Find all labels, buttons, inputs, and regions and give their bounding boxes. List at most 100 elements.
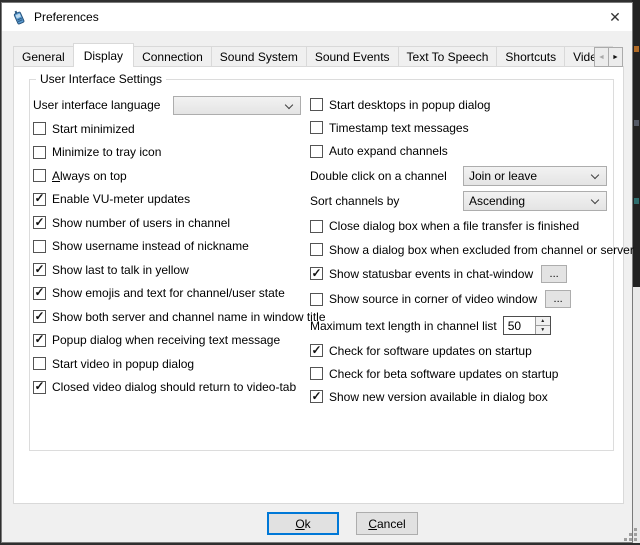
checkbox-row: Minimize to tray icon bbox=[33, 141, 301, 165]
checkbox[interactable] bbox=[310, 220, 323, 233]
screen-background: Preferences ✕ General Display Connection… bbox=[0, 0, 640, 545]
checkbox[interactable] bbox=[310, 267, 323, 280]
spinner-buttons: ▲ ▼ bbox=[535, 317, 550, 334]
statusbar-events-more-button[interactable]: ... bbox=[541, 265, 567, 283]
checkbox[interactable] bbox=[33, 381, 46, 394]
language-row: User interface language bbox=[33, 93, 301, 117]
checkbox[interactable] bbox=[310, 145, 323, 158]
tab-scroll-left-icon[interactable]: ◄ bbox=[594, 47, 609, 67]
checkbox[interactable] bbox=[33, 287, 46, 300]
close-icon[interactable]: ✕ bbox=[598, 3, 632, 31]
tab-sound-events[interactable]: Sound Events bbox=[306, 46, 399, 67]
checkbox[interactable] bbox=[310, 243, 323, 256]
video-source-row: Show source in corner of video window ..… bbox=[310, 286, 607, 312]
checkbox-label[interactable]: Close dialog box when a file transfer is… bbox=[329, 219, 579, 233]
checkbox-label[interactable]: Show a dialog box when excluded from cha… bbox=[329, 243, 634, 257]
tab-sound-system[interactable]: Sound System bbox=[211, 46, 307, 67]
checkbox-row: Check for beta software updates on start… bbox=[310, 362, 607, 385]
checkbox[interactable] bbox=[33, 357, 46, 370]
statusbar-events-row: Show statusbar events in chat-window ... bbox=[310, 261, 607, 286]
checkbox[interactable] bbox=[33, 334, 46, 347]
ok-button[interactable]: Ok bbox=[267, 512, 339, 535]
checkbox[interactable] bbox=[310, 121, 323, 134]
checkbox[interactable] bbox=[33, 122, 46, 135]
chevron-down-icon bbox=[591, 196, 599, 204]
checkbox-label[interactable]: Check for beta software updates on start… bbox=[329, 367, 558, 381]
checkbox-row: Start desktops in popup dialog bbox=[310, 93, 607, 116]
checkbox-label[interactable]: Minimize to tray icon bbox=[52, 145, 161, 159]
double-click-row: Double click on a channel Join or leave bbox=[310, 163, 607, 188]
language-combobox[interactable] bbox=[173, 96, 301, 115]
tab-shortcuts[interactable]: Shortcuts bbox=[496, 46, 565, 67]
tab-connection[interactable]: Connection bbox=[133, 46, 212, 67]
double-click-value: Join or leave bbox=[469, 169, 537, 183]
spin-down-icon[interactable]: ▼ bbox=[536, 326, 550, 334]
sort-channels-row: Sort channels by Ascending bbox=[310, 188, 607, 214]
tab-text-to-speech[interactable]: Text To Speech bbox=[398, 46, 498, 67]
checkbox-label[interactable]: Show emojis and text for channel/user st… bbox=[52, 286, 285, 300]
checkbox-label[interactable]: Show username instead of nickname bbox=[52, 239, 249, 253]
checkbox[interactable] bbox=[33, 310, 46, 323]
checkbox-label[interactable]: Always on top bbox=[52, 169, 127, 183]
sort-channels-combobox[interactable]: Ascending bbox=[463, 191, 607, 211]
tab-label: Text To Speech bbox=[407, 50, 489, 64]
desktop-speck bbox=[634, 120, 639, 126]
checkbox-label[interactable]: Popup dialog when receiving text message bbox=[52, 333, 280, 347]
checkbox-label[interactable]: Enable VU-meter updates bbox=[52, 192, 190, 206]
checkbox[interactable] bbox=[310, 390, 323, 403]
title-bar[interactable]: Preferences ✕ bbox=[2, 3, 632, 31]
max-text-length-spinner[interactable]: 50 ▲ ▼ bbox=[503, 316, 551, 335]
checkbox[interactable] bbox=[310, 98, 323, 111]
cancel-button[interactable]: Cancel bbox=[356, 512, 418, 535]
checkbox[interactable] bbox=[33, 216, 46, 229]
tab-label: Display bbox=[84, 49, 123, 63]
checkbox-label[interactable]: Start desktops in popup dialog bbox=[329, 98, 490, 112]
checkbox-row: Show last to talk in yellow bbox=[33, 258, 301, 282]
right-settings-column: Start desktops in popup dialog Timestamp… bbox=[310, 93, 607, 408]
checkbox-row: Start video in popup dialog bbox=[33, 352, 301, 376]
checkbox-label[interactable]: Check for software updates on startup bbox=[329, 344, 532, 358]
checkbox-row: Enable VU-meter updates bbox=[33, 188, 301, 212]
checkbox-label[interactable]: Show number of users in channel bbox=[52, 216, 230, 230]
checkbox[interactable] bbox=[33, 240, 46, 253]
checkbox-label[interactable]: Timestamp text messages bbox=[329, 121, 469, 135]
desktop-speck bbox=[634, 46, 639, 52]
checkbox-label[interactable]: Closed video dialog should return to vid… bbox=[52, 380, 296, 394]
app-icon bbox=[11, 9, 27, 25]
checkbox[interactable] bbox=[310, 293, 323, 306]
checkbox-row: Show username instead of nickname bbox=[33, 235, 301, 259]
checkbox-label[interactable]: Start video in popup dialog bbox=[52, 357, 194, 371]
double-click-combobox[interactable]: Join or leave bbox=[463, 166, 607, 186]
spin-up-icon[interactable]: ▲ bbox=[536, 317, 550, 326]
checkbox-label[interactable]: Auto expand channels bbox=[329, 144, 448, 158]
checkbox[interactable] bbox=[33, 263, 46, 276]
checkbox-row: Show new version available in dialog box bbox=[310, 385, 607, 408]
tab-bar: General Display Connection Sound System … bbox=[13, 43, 624, 67]
tab-scroll-right-icon[interactable]: ► bbox=[608, 47, 623, 67]
tab-label: Sound Events bbox=[315, 50, 390, 64]
checkbox-label[interactable]: Show both server and channel name in win… bbox=[52, 310, 326, 324]
video-source-more-button[interactable]: ... bbox=[545, 290, 571, 308]
checkbox-label[interactable]: Start minimized bbox=[52, 122, 135, 136]
checkbox-label[interactable]: Show new version available in dialog box bbox=[329, 390, 548, 404]
tab-general[interactable]: General bbox=[13, 46, 74, 67]
checkbox-row: Start minimized bbox=[33, 117, 301, 141]
checkbox[interactable] bbox=[310, 367, 323, 380]
checkbox-row: Closed video dialog should return to vid… bbox=[33, 376, 301, 400]
checkbox-label[interactable]: Show source in corner of video window bbox=[329, 292, 537, 306]
tab-scroll-buttons: ◄ ► bbox=[595, 47, 623, 67]
double-click-label: Double click on a channel bbox=[310, 169, 447, 183]
tab-display[interactable]: Display bbox=[73, 43, 134, 67]
checkbox[interactable] bbox=[310, 344, 323, 357]
checkbox[interactable] bbox=[33, 169, 46, 182]
checkbox-label[interactable]: Show statusbar events in chat-window bbox=[329, 267, 533, 281]
checkbox-label[interactable]: Show last to talk in yellow bbox=[52, 263, 189, 277]
window-title: Preferences bbox=[34, 10, 99, 24]
chevron-down-icon bbox=[285, 100, 293, 108]
checkbox[interactable] bbox=[33, 146, 46, 159]
tab-label: Shortcuts bbox=[505, 50, 556, 64]
checkbox[interactable] bbox=[33, 193, 46, 206]
checkbox-row: Popup dialog when receiving text message bbox=[33, 329, 301, 353]
checkbox-row: Auto expand channels bbox=[310, 139, 607, 163]
resize-grip[interactable] bbox=[624, 528, 638, 542]
